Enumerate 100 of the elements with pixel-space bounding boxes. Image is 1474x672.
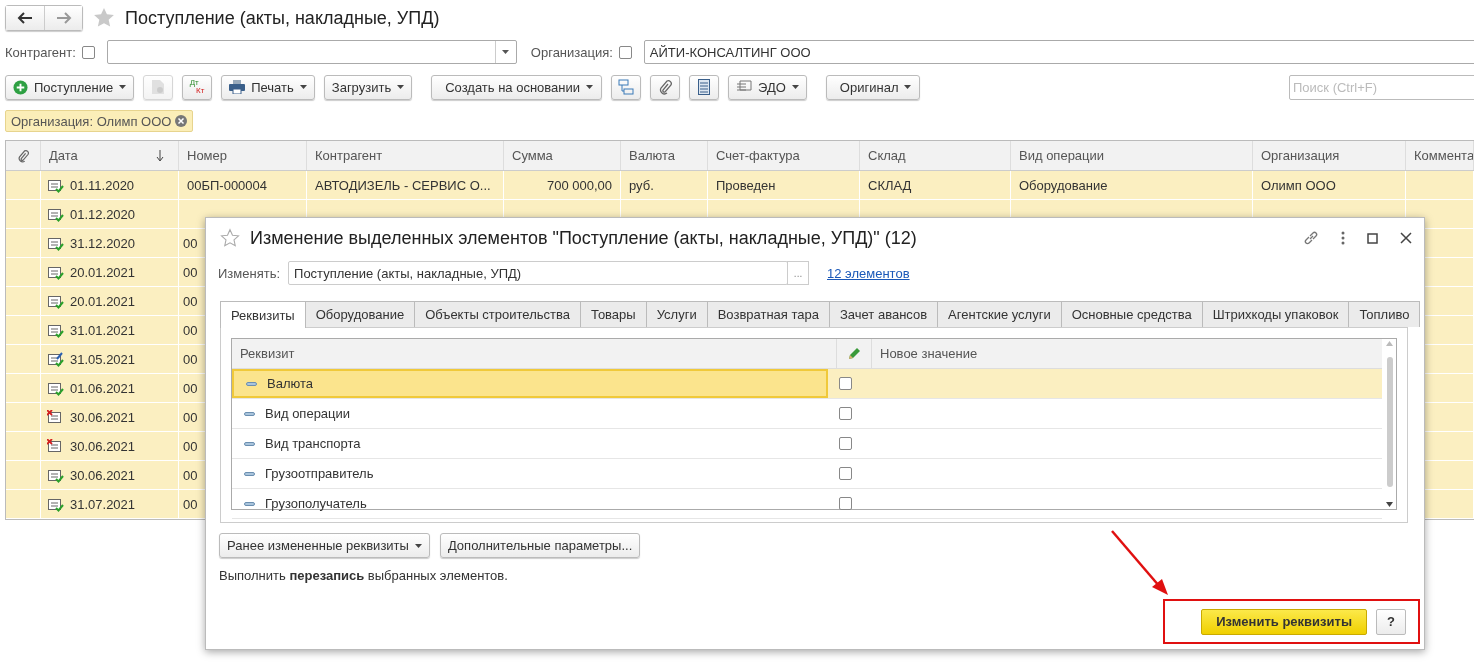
column-header[interactable]: Дата [41,141,179,170]
date-cell: 20.01.2021 [70,264,136,280]
attribute-row[interactable]: Вид операции [232,399,1382,429]
remove-icon[interactable] [175,115,188,127]
column-header[interactable]: Организация [1253,141,1406,170]
caret-icon [414,543,422,548]
field-label: Изменять: [218,265,281,281]
list-icon [698,79,711,95]
filter-tag[interactable]: Организация: Олимп ООО [5,110,194,132]
previous-changes-button[interactable]: Ранее измененные реквизиты [219,533,430,558]
checkbox[interactable] [618,45,632,59]
help-button[interactable]: ? [1376,608,1406,635]
checkbox[interactable] [81,45,95,59]
search-field[interactable]: Поиск (Ctrl+F) [1289,74,1474,100]
table-cell: Проведен [716,177,776,193]
table-cell: 00 [183,409,198,425]
original-button[interactable]: Оригинал [825,74,921,100]
column-header: Новое значение [879,345,979,363]
forward-arrow-icon [55,12,72,24]
column-header[interactable]: Вид операции [1011,141,1253,170]
tab[interactable]: Зачет авансов [829,301,939,327]
attribute-row[interactable]: Валюта [232,369,1382,399]
table-cell: 00 [183,351,198,367]
tab[interactable]: Агентские услуги [937,301,1062,327]
field-label: Контрагент: [5,44,76,60]
extra-params-button[interactable]: Дополнительные параметры... [439,533,641,558]
attribute-row[interactable]: Грузоотправитель [232,459,1382,489]
tab[interactable]: Основные средства [1060,301,1203,327]
pencil-icon [847,346,861,361]
column-header[interactable]: Валюта [621,141,708,170]
column-header[interactable]: Контрагент [307,141,504,170]
date-cell: 31.12.2020 [70,235,136,251]
star-icon[interactable] [93,7,115,29]
window-title: Поступление (акты, накладные, УПД) [125,7,440,29]
attribute-row[interactable]: Грузополучатель [232,489,1382,519]
date-cell: 01.06.2021 [70,380,136,396]
table-cell: СКЛАД [868,177,912,193]
checkbox[interactable] [839,497,852,510]
dropdown-icon[interactable] [502,50,510,54]
tab[interactable]: Штрихкоды упаковок [1201,301,1350,327]
debit-credit-button[interactable]: Дт Кт [182,74,213,100]
tab[interactable]: Услуги [645,301,708,327]
annotation-arrow [1110,529,1170,597]
caret-icon [119,85,127,89]
checkbox[interactable] [839,437,852,450]
select-button[interactable]: ... [787,261,810,285]
attribute-icon [244,441,255,446]
column-header[interactable]: Сумма [504,141,621,170]
printer-icon [229,80,246,94]
scroll-down-icon[interactable] [1386,502,1393,507]
tab[interactable]: Топливо [1348,301,1421,327]
edo-button[interactable]: ЭДО [728,74,807,100]
attribute-name: Грузоотправитель [265,466,374,481]
note-text: Выполнить перезапись выбранных элементов. [219,568,509,583]
attribute-icon [244,411,255,416]
table-cell: 00 [183,264,198,280]
attach-button[interactable] [650,74,681,100]
more-icon[interactable] [1341,231,1345,245]
counterparty-field[interactable] [106,40,517,64]
table-cell: 00 [183,438,198,454]
date-cell: 30.06.2021 [70,467,136,483]
column-header[interactable]: Счет-фактура [708,141,860,170]
tab[interactable]: Оборудование [304,301,416,327]
link-icon[interactable] [1303,230,1319,246]
date-cell: 20.01.2021 [70,293,136,309]
checkbox[interactable] [839,377,852,390]
structure-button[interactable] [611,74,642,100]
checkbox[interactable] [839,467,852,480]
create-based-on-button[interactable]: Создать на основании [431,74,603,100]
column-header[interactable]: Склад [860,141,1011,170]
table-row[interactable]: 01.11.2020 00БП-000004 АВТОДИЗЕЛЬ - СЕРВИС О... 700 000,00 руб. Проведен СКЛАД Оборудование Олимп ООО [6,171,1474,200]
back-button[interactable] [6,6,44,30]
apply-button[interactable]: Изменить реквизиты [1201,608,1367,635]
close-icon[interactable] [1400,232,1412,244]
scrollbar[interactable] [1385,341,1394,507]
column-header[interactable]: Номер [179,141,307,170]
paperclip-icon [658,79,673,95]
attribute-icon [246,381,257,386]
list-button[interactable] [689,74,720,100]
load-button[interactable]: Загрузить [323,74,413,100]
create-button[interactable]: Поступление [5,74,135,100]
attribute-row[interactable]: Вид транспорта [232,429,1382,459]
tab[interactable]: Реквизиты [220,301,306,328]
change-field[interactable]: Поступление (акты, накладные, УПД) [288,261,789,285]
star-icon[interactable] [220,228,240,248]
tab[interactable]: Товары [579,301,647,327]
caret-icon [791,85,799,89]
table-cell: 00 [183,235,198,251]
table-cell: Оборудование [1019,177,1108,193]
attribute-name: Вид операции [265,406,351,421]
print-button[interactable]: Печать [221,74,315,100]
checkbox[interactable] [839,407,852,420]
attribute-icon [244,501,255,506]
organization-field[interactable]: АЙТИ-КОНСАЛТИНГ ООО [643,40,1474,64]
tab[interactable]: Возвратная тара [706,301,830,327]
attribute-name: Грузополучатель [265,496,367,511]
tab[interactable]: Объекты строительства [414,301,581,327]
elements-link[interactable]: 12 элементов [827,265,910,281]
date-cell: 31.01.2021 [70,322,136,338]
maximize-icon[interactable] [1367,232,1378,244]
